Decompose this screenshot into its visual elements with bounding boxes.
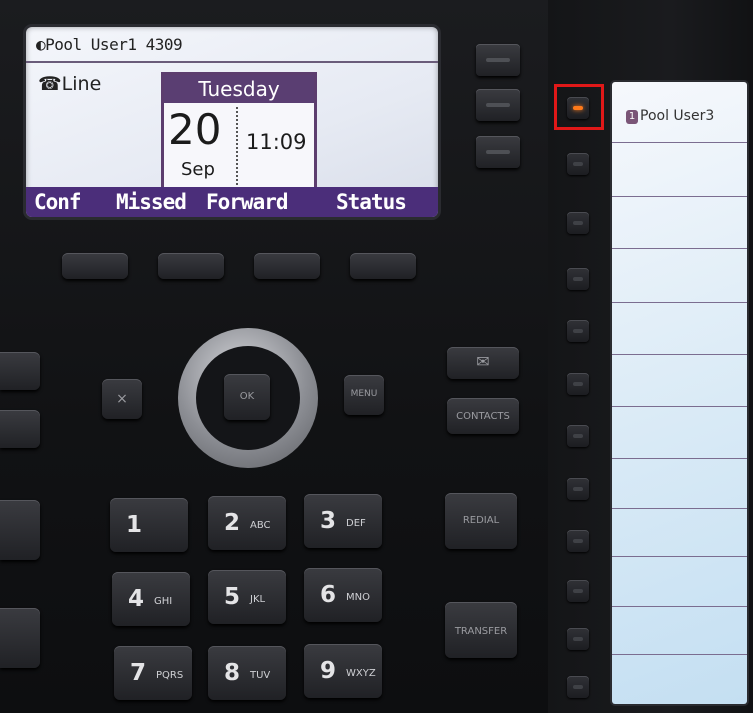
clock-time: 11:09 — [246, 130, 307, 154]
panel-divider — [612, 302, 747, 303]
key-9[interactable]: 9 WXYZ — [304, 644, 382, 698]
key-letters: TUV — [250, 670, 271, 681]
key-2[interactable]: 2 ABC — [208, 496, 286, 550]
key-digit: 7 — [130, 660, 147, 686]
panel-divider — [612, 196, 747, 197]
calendar-widget: Tuesday 20 Sep 11:09 — [161, 72, 317, 190]
line-key-2[interactable] — [476, 89, 520, 121]
key-digit: 6 — [320, 582, 337, 608]
key-letters: WXYZ — [346, 668, 376, 679]
envelope-icon: ✉ — [476, 352, 490, 371]
calendar-date: 20 — [168, 105, 222, 154]
mute-button[interactable] — [0, 500, 40, 560]
key-digit: 3 — [320, 508, 337, 534]
softkey-label-forward: Forward — [206, 190, 289, 214]
calendar-day: Tuesday — [164, 75, 314, 103]
panel-divider — [612, 458, 747, 459]
calendar-separator — [236, 107, 238, 185]
key-letters: JKL — [250, 594, 266, 605]
line-label: ☎Line — [38, 73, 102, 95]
key-1[interactable]: 1 — [110, 498, 188, 552]
blf-key-10[interactable] — [567, 580, 589, 602]
softkey-label-conf: Conf — [34, 190, 82, 214]
highlight-box — [554, 84, 604, 130]
blf-label-panel: 1 Pool User3 — [612, 82, 747, 704]
calendar-month: Sep — [181, 159, 215, 180]
panel-divider — [612, 654, 747, 655]
blf-key-5[interactable] — [567, 320, 589, 342]
contacts-button[interactable]: CONTACTS — [447, 398, 519, 434]
menu-label: MENU — [350, 389, 378, 399]
contacts-label: CONTACTS — [456, 411, 510, 422]
key-5[interactable]: 5 JKL — [208, 570, 286, 624]
ok-button[interactable]: OK — [224, 374, 270, 420]
panel-divider — [612, 406, 747, 407]
softkey-conf-button[interactable] — [62, 253, 128, 279]
lcd-title: ◐Pool User1 4309 — [36, 35, 183, 54]
panel-divider — [612, 606, 747, 607]
blf-key-8[interactable] — [567, 478, 589, 500]
blf-key-9[interactable] — [567, 530, 589, 552]
blf-key-11[interactable] — [567, 628, 589, 650]
softkey-forward-button[interactable] — [254, 253, 320, 279]
key-letters: DEF — [346, 518, 366, 529]
redial-label: REDIAL — [462, 515, 500, 526]
cancel-button[interactable]: × — [102, 379, 142, 419]
key-letters: ABC — [250, 520, 271, 531]
side-button-2[interactable] — [0, 410, 40, 448]
key-4[interactable]: 4 GHI — [112, 572, 190, 626]
panel-divider — [612, 248, 747, 249]
panel-divider — [612, 556, 747, 557]
headset-button[interactable] — [0, 608, 40, 668]
key-digit: 5 — [224, 584, 241, 610]
transfer-button[interactable]: TRANSFER — [445, 602, 517, 658]
softkey-label-missed: Missed — [116, 190, 187, 214]
key-letters: GHI — [154, 596, 173, 607]
blf-key-6[interactable] — [567, 373, 589, 395]
panel-divider — [612, 354, 747, 355]
menu-button[interactable]: MENU — [344, 375, 384, 415]
side-button-1[interactable] — [0, 352, 40, 390]
key-digit: 2 — [224, 510, 241, 536]
panel-divider — [612, 508, 747, 509]
key-digit: 8 — [224, 660, 241, 686]
blf-key-3[interactable] — [567, 212, 589, 234]
message-button[interactable]: ✉ — [447, 347, 519, 379]
key-7[interactable]: 7 PQRS — [114, 646, 192, 700]
badge-icon: 1 — [626, 110, 638, 124]
softkey-label-status: Status — [336, 190, 407, 214]
close-icon: × — [116, 391, 128, 407]
ok-label: OK — [239, 391, 255, 402]
line-key-3[interactable] — [476, 136, 520, 168]
blf-key-7[interactable] — [567, 425, 589, 447]
key-digit: 1 — [126, 512, 143, 538]
key-letters: MNO — [346, 592, 370, 603]
key-digit: 4 — [128, 586, 145, 612]
key-letters: PQRS — [156, 670, 184, 681]
lcd-divider — [26, 61, 438, 63]
key-6[interactable]: 6 MNO — [304, 568, 382, 622]
key-3[interactable]: 3 DEF — [304, 494, 382, 548]
softkey-status-button[interactable] — [350, 253, 416, 279]
blf-label-1: Pool User3 — [640, 108, 715, 124]
blf-key-12[interactable] — [567, 676, 589, 698]
softkey-missed-button[interactable] — [158, 253, 224, 279]
line-key-1[interactable] — [476, 44, 520, 76]
key-digit: 9 — [320, 658, 337, 684]
blf-key-2[interactable] — [567, 153, 589, 175]
blf-key-4[interactable] — [567, 268, 589, 290]
redial-button[interactable]: REDIAL — [445, 493, 517, 549]
lcd-screen: ◐Pool User1 4309 ☎Line Tuesday 20 Sep 11… — [26, 27, 438, 217]
transfer-label: TRANSFER — [454, 626, 508, 637]
key-8[interactable]: 8 TUV — [208, 646, 286, 700]
panel-divider — [612, 142, 747, 143]
